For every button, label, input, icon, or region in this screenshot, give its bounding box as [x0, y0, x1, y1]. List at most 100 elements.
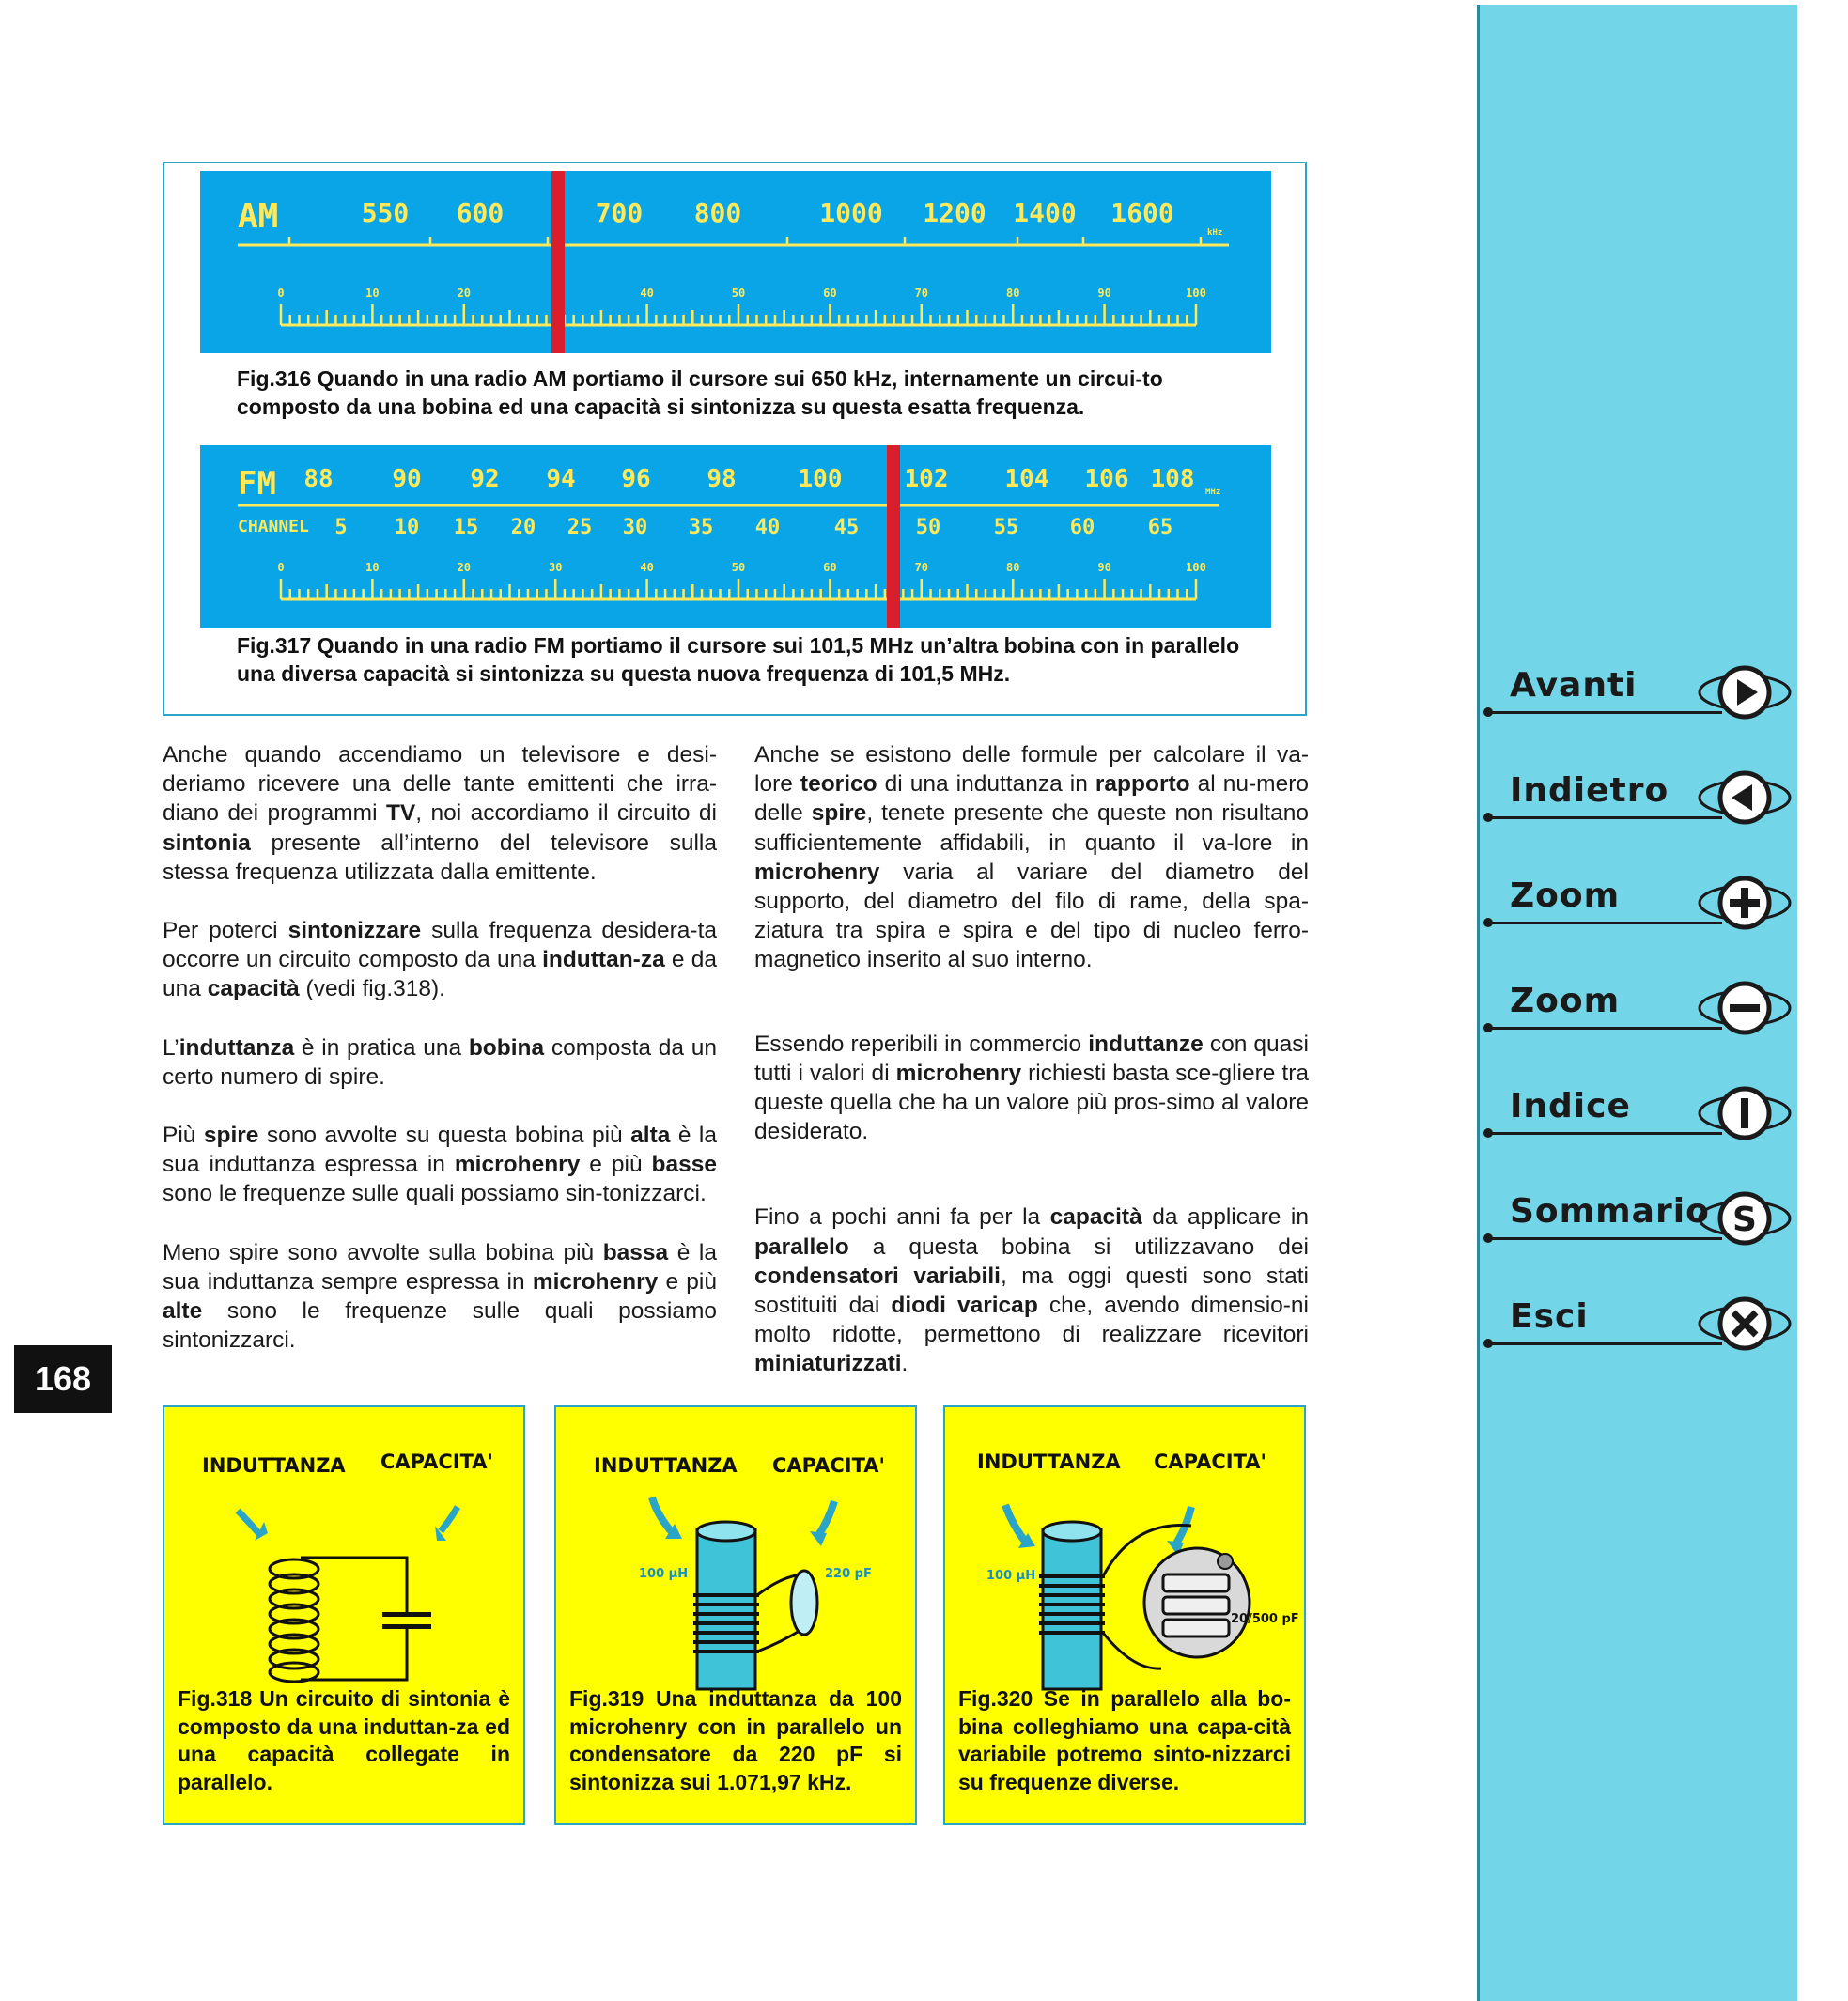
- body-paragraph: Meno spire sono avvolte sulla bobina più…: [163, 1239, 717, 1354]
- capacitance-value: 20/500 pF: [1231, 1612, 1299, 1626]
- nav-zoom-in-button[interactable]: Zoom: [1480, 873, 1797, 930]
- scale-label: 10: [365, 561, 379, 574]
- arrow-left-icon: [1698, 770, 1792, 825]
- fm-dial-graphic: FM 88 90 92 94 96 98 100 102 104 106 108 MHzCHANNEL 5…: [238, 445, 1220, 628]
- am-freq-label: 800: [694, 197, 742, 228]
- fig318-box: INDUTTANZA CAPACITA' Fig.318 Un circuito…: [163, 1405, 525, 1825]
- lc-circuit-diagram: [235, 1505, 461, 1683]
- scale-label: 90: [1097, 287, 1110, 300]
- scale-label: 20: [458, 287, 471, 300]
- fig318-caption: Fig.318 Un circuito di sintonia è compos…: [178, 1686, 510, 1794]
- body-paragraph: L’induttanza è in pratica una bobina com…: [163, 1034, 717, 1090]
- scale-label: 50: [732, 287, 745, 300]
- inductance-value: 100 µH: [639, 1567, 689, 1581]
- am-dial-graphic: AM5506007008001000120014001600kHz0102034…: [238, 171, 1229, 353]
- exit-icon: [1698, 1296, 1792, 1351]
- am-freq-label: 1400: [1013, 197, 1076, 228]
- nav-avanti-button[interactable]: Avanti: [1480, 662, 1797, 720]
- channel-number: 55: [994, 516, 1019, 539]
- fm-freq-label: 94: [546, 465, 575, 493]
- am-band-label: AM: [238, 197, 278, 236]
- scale-label: 100: [1186, 287, 1206, 300]
- tuning-cursor: [887, 445, 900, 628]
- fm-freq-label: 98: [707, 465, 736, 493]
- body-paragraph: Anche se esistono delle formule per calc…: [754, 742, 1309, 973]
- channel-number: 35: [689, 516, 714, 539]
- fm-unit-label: MHz: [1205, 488, 1220, 497]
- channel-number: 10: [395, 516, 420, 539]
- channel-label: CHANNEL: [238, 517, 309, 536]
- scale-label: 10: [365, 287, 379, 300]
- left-text-column: Anche quando accendiamo un televisore e …: [163, 740, 717, 1384]
- body-paragraph: Fino a pochi anni fa per la capacità da …: [754, 1204, 1309, 1377]
- zoom-out-icon: [1698, 981, 1792, 1035]
- channel-number: 65: [1148, 516, 1173, 539]
- fm-freq-label: 104: [1005, 465, 1049, 493]
- summary-icon: S: [1698, 1191, 1792, 1246]
- fm-band-label: FM: [238, 465, 276, 503]
- scale-label: 90: [1097, 561, 1110, 574]
- nav-indietro-button[interactable]: Indietro: [1480, 768, 1797, 825]
- channel-number: 25: [567, 516, 593, 539]
- nav-label: Avanti: [1510, 666, 1638, 705]
- channel-number: 60: [1070, 516, 1095, 539]
- fig319-box: INDUTTANZA CAPACITA' 100 µH 220 pF Fig.3…: [554, 1405, 917, 1825]
- svg-text:S: S: [1732, 1201, 1757, 1239]
- channel-number: 50: [916, 516, 941, 539]
- am-dial: AM5506007008001000120014001600kHz0102034…: [200, 171, 1271, 353]
- nav-sommario-button[interactable]: Sommario S: [1480, 1188, 1797, 1246]
- am-freq-label: 1600: [1110, 197, 1173, 228]
- scale-label: 60: [823, 561, 836, 574]
- nav-esci-button[interactable]: Esci: [1480, 1294, 1797, 1351]
- index-icon: [1698, 1086, 1792, 1140]
- body-paragraph: Essendo reperibili in commercio induttan…: [754, 1031, 1309, 1145]
- page-number: 168: [14, 1345, 112, 1413]
- coil-capacitor-photo: [648, 1496, 838, 1691]
- inductance-value: 100 µH: [986, 1569, 1036, 1583]
- scale-label: 20: [458, 561, 471, 574]
- body-paragraph: Più spire sono avvolte su questa bobina …: [163, 1123, 717, 1207]
- fig317-caption: Fig.317 Quando in una radio FM portiamo …: [237, 633, 1240, 686]
- right-text-column: Anche se esistono delle formule per calc…: [754, 740, 1309, 1408]
- nav-zoom-out-button[interactable]: Zoom: [1480, 978, 1797, 1035]
- nav-label: Esci: [1510, 1297, 1589, 1336]
- scale-label: 70: [915, 287, 928, 300]
- fm-freq-label: 100: [799, 465, 843, 493]
- scale-label: 30: [549, 561, 562, 574]
- am-freq-label: 1200: [923, 197, 986, 228]
- body-paragraph: Per poterci sintonizzare sulla frequenza…: [163, 918, 717, 1002]
- scale-label: 40: [640, 561, 653, 574]
- tuning-cursor: [551, 171, 565, 353]
- channel-number: 15: [454, 516, 479, 539]
- fm-freq-label: 92: [470, 465, 499, 493]
- capacitance-value: 220 pF: [825, 1567, 872, 1581]
- scale-label: 0: [277, 287, 284, 300]
- scale-label: 0: [277, 561, 284, 574]
- scale-label: 100: [1186, 561, 1206, 574]
- scale-label: 80: [1006, 287, 1019, 300]
- nav-label: Zoom: [1510, 876, 1621, 915]
- fm-freq-label: 96: [621, 465, 650, 493]
- fig316-caption: Fig.316 Quando in una radio AM portiamo …: [237, 366, 1163, 419]
- scale-label: 80: [1006, 561, 1019, 574]
- am-freq-label: 1000: [819, 197, 882, 228]
- fig320-box: INDUTTANZA CAPACITA' 100 µH 20/500 pF Fi…: [943, 1405, 1306, 1825]
- fm-freq-label: 108: [1151, 465, 1195, 493]
- scale-label: 70: [915, 561, 928, 574]
- scale-label: 40: [640, 287, 653, 300]
- fig319-caption: Fig.319 Una induttanza da 100 microhenry…: [569, 1686, 902, 1794]
- nav-label: Indietro: [1510, 771, 1669, 810]
- nav-label: Zoom: [1510, 982, 1621, 1020]
- channel-number: 40: [755, 516, 781, 539]
- am-freq-label: 550: [362, 197, 410, 228]
- scale-label: 60: [823, 287, 836, 300]
- channel-number: 5: [334, 516, 347, 539]
- nav-label: Indice: [1510, 1087, 1631, 1125]
- channel-number: 20: [511, 516, 536, 539]
- zoom-in-icon: [1698, 876, 1792, 930]
- fm-dial: FM 88 90 92 94 96 98 100 102 104 106 108 MHz CHANNEL 5…: [200, 445, 1271, 628]
- fig320-caption: Fig.320 Se in parallelo alla bo-bina col…: [958, 1686, 1291, 1794]
- am-freq-label: 600: [457, 197, 505, 228]
- am-unit-label: kHz: [1207, 228, 1222, 238]
- nav-indice-button[interactable]: Indice: [1480, 1083, 1797, 1140]
